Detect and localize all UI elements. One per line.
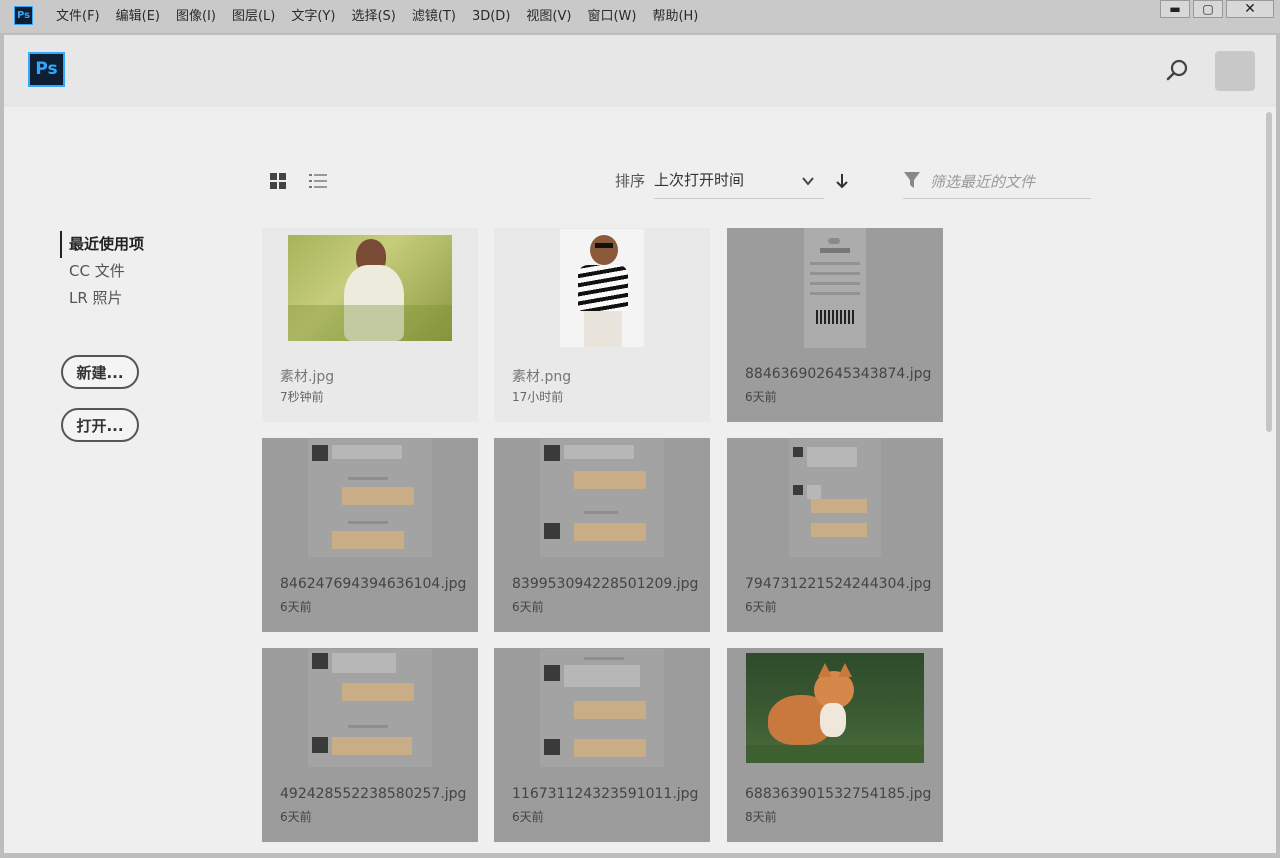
file-card[interactable]: 884636902645343874.jpg 6天前 [727, 228, 943, 422]
file-time: 17小时前 [512, 390, 564, 404]
menu-layer[interactable]: 图层(L) [224, 0, 283, 33]
file-thumbnail [262, 648, 478, 768]
chat-screenshot [540, 439, 664, 557]
file-thumbnail [494, 648, 710, 768]
photo-girl-striped [560, 229, 644, 347]
window-controls: ▬ ▢ ✕ [1157, 0, 1274, 18]
chat-screenshot [789, 439, 881, 557]
file-name: 884636902645343874.jpg [745, 366, 932, 382]
photo-girl-green [288, 235, 452, 341]
menu-select[interactable]: 选择(S) [343, 0, 403, 33]
file-card[interactable]: 116731124323591011.jpg 6天前 [494, 648, 710, 842]
menu-edit[interactable]: 编辑(E) [108, 0, 168, 33]
file-time: 6天前 [280, 810, 312, 824]
sidebar-item-recent[interactable]: 最近使用项 [60, 231, 144, 258]
avatar[interactable] [1215, 51, 1255, 91]
file-thumbnail [727, 438, 943, 558]
menu-help[interactable]: 帮助(H) [644, 0, 706, 33]
filter-input[interactable] [930, 169, 1090, 195]
search-icon[interactable] [1164, 57, 1190, 83]
menu-bar: Ps 文件(F) 编辑(E) 图像(I) 图层(L) 文字(Y) 选择(S) 滤… [0, 0, 1280, 33]
maximize-button[interactable]: ▢ [1193, 0, 1223, 18]
file-thumbnail [262, 438, 478, 558]
file-thumbnail [262, 228, 478, 348]
sort-label: 排序 [615, 172, 646, 190]
file-time: 6天前 [512, 600, 544, 614]
file-thumbnail [727, 228, 943, 348]
file-name: 492428552238580257.jpg [280, 786, 467, 802]
file-name: 素材.jpg [280, 369, 335, 385]
home-header: Ps [4, 35, 1276, 107]
close-button[interactable]: ✕ [1226, 0, 1274, 18]
sidebar-nav: 最近使用项 CC 文件 LR 照片 [60, 231, 144, 312]
menu-3d[interactable]: 3D(D) [464, 0, 518, 33]
list-view-icon[interactable] [309, 173, 327, 189]
menu-window[interactable]: 窗口(W) [579, 0, 644, 33]
file-time: 8天前 [745, 810, 777, 824]
menu: 文件(F) 编辑(E) 图像(I) 图层(L) 文字(Y) 选择(S) 滤镜(T… [48, 0, 706, 33]
file-name: 794731221524244304.jpg [745, 576, 932, 592]
file-name: 素材.png [512, 369, 572, 385]
menu-type[interactable]: 文字(Y) [283, 0, 343, 33]
file-card[interactable]: 素材.png 17小时前 [494, 228, 710, 422]
photo-kitten [746, 653, 924, 763]
menu-filter[interactable]: 滤镜(T) [404, 0, 464, 33]
file-thumbnail [727, 648, 943, 768]
file-card[interactable]: 492428552238580257.jpg 6天前 [262, 648, 478, 842]
file-name: 688363901532754185.jpg [745, 786, 932, 802]
chevron-down-icon[interactable] [800, 173, 816, 189]
file-name: 116731124323591011.jpg [512, 786, 699, 802]
file-thumbnail [494, 228, 710, 348]
filter-box [903, 168, 1091, 199]
file-card[interactable]: 素材.jpg 7秒钟前 [262, 228, 478, 422]
chat-screenshot [308, 439, 432, 557]
file-card[interactable]: 846247694394636104.jpg 6天前 [262, 438, 478, 632]
file-time: 7秒钟前 [280, 390, 324, 404]
menu-view[interactable]: 视图(V) [518, 0, 579, 33]
photoshop-logo: Ps [28, 52, 65, 87]
sidebar-item-lr-photos[interactable]: LR 照片 [60, 285, 144, 312]
grid-view-icon[interactable] [270, 173, 286, 189]
file-time: 6天前 [512, 810, 544, 824]
sort-arrow-down-icon[interactable] [834, 172, 850, 190]
app-mini-logo: Ps [14, 6, 33, 25]
new-button[interactable]: 新建... [61, 355, 139, 389]
sort-select[interactable]: 上次打开时间 [654, 168, 824, 199]
menu-image[interactable]: 图像(I) [168, 0, 224, 33]
receipt-screenshot [804, 228, 866, 348]
minimize-button[interactable]: ▬ [1160, 0, 1190, 18]
filter-icon [904, 172, 920, 188]
scrollbar[interactable] [1266, 112, 1272, 432]
file-card[interactable]: 839953094228501209.jpg 6天前 [494, 438, 710, 632]
open-button[interactable]: 打开... [61, 408, 139, 442]
menu-file[interactable]: 文件(F) [48, 0, 108, 33]
chat-screenshot [308, 649, 432, 767]
chat-screenshot [540, 649, 664, 767]
file-card[interactable]: 794731221524244304.jpg 6天前 [727, 438, 943, 632]
file-name: 846247694394636104.jpg [280, 576, 467, 592]
file-time: 6天前 [280, 600, 312, 614]
file-card[interactable]: 688363901532754185.jpg 8天前 [727, 648, 943, 842]
file-thumbnail [494, 438, 710, 558]
file-name: 839953094228501209.jpg [512, 576, 699, 592]
file-time: 6天前 [745, 600, 777, 614]
file-time: 6天前 [745, 390, 777, 404]
sidebar-item-cc-files[interactable]: CC 文件 [60, 258, 144, 285]
